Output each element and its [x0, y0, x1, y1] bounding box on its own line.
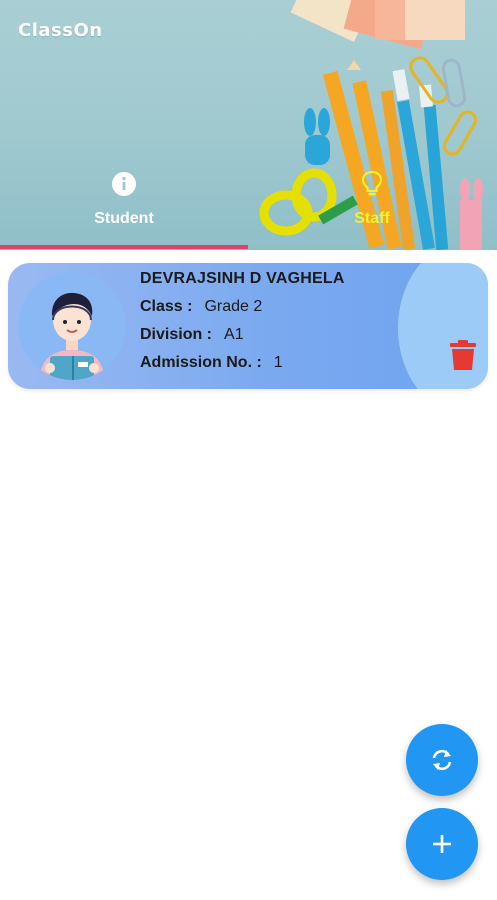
class-value: Grade 2	[204, 298, 263, 315]
trash-icon	[450, 340, 476, 370]
delete-student-button[interactable]	[448, 339, 478, 371]
student-card[interactable]: DEVRAJSINH D VAGHELA Class : Grade 2 Divi…	[8, 263, 488, 389]
add-student-button[interactable]	[406, 808, 478, 880]
tab-student[interactable]: Student	[0, 170, 248, 250]
admission-row: Admission No. : 1	[140, 354, 440, 372]
refresh-button[interactable]	[406, 724, 478, 796]
division-label: Division :	[140, 326, 213, 343]
header-banner: ClassOn Student Staff	[0, 0, 497, 250]
selected-tab-indicator	[0, 245, 248, 249]
tab-staff-label: Staff	[354, 210, 390, 227]
admission-value: 1	[273, 354, 283, 371]
student-info: DEVRAJSINH D VAGHELA Class : Grade 2 Divi…	[140, 270, 440, 372]
student-name: DEVRAJSINH D VAGHELA	[140, 270, 345, 287]
division-row: Division : A1	[140, 326, 440, 344]
add-icon	[433, 835, 451, 853]
student-avatar-icon	[18, 272, 126, 380]
refresh-icon	[432, 749, 452, 771]
tab-student-label: Student	[94, 210, 154, 227]
division-value: A1	[224, 326, 244, 343]
info-icon	[110, 170, 138, 198]
tab-staff[interactable]: Staff	[248, 170, 496, 250]
app-logo: ClassOn	[18, 20, 103, 41]
class-label: Class :	[140, 298, 193, 315]
class-row: Class : Grade 2	[140, 298, 440, 316]
lightbulb-icon	[358, 170, 386, 198]
admission-label: Admission No. :	[140, 354, 262, 371]
